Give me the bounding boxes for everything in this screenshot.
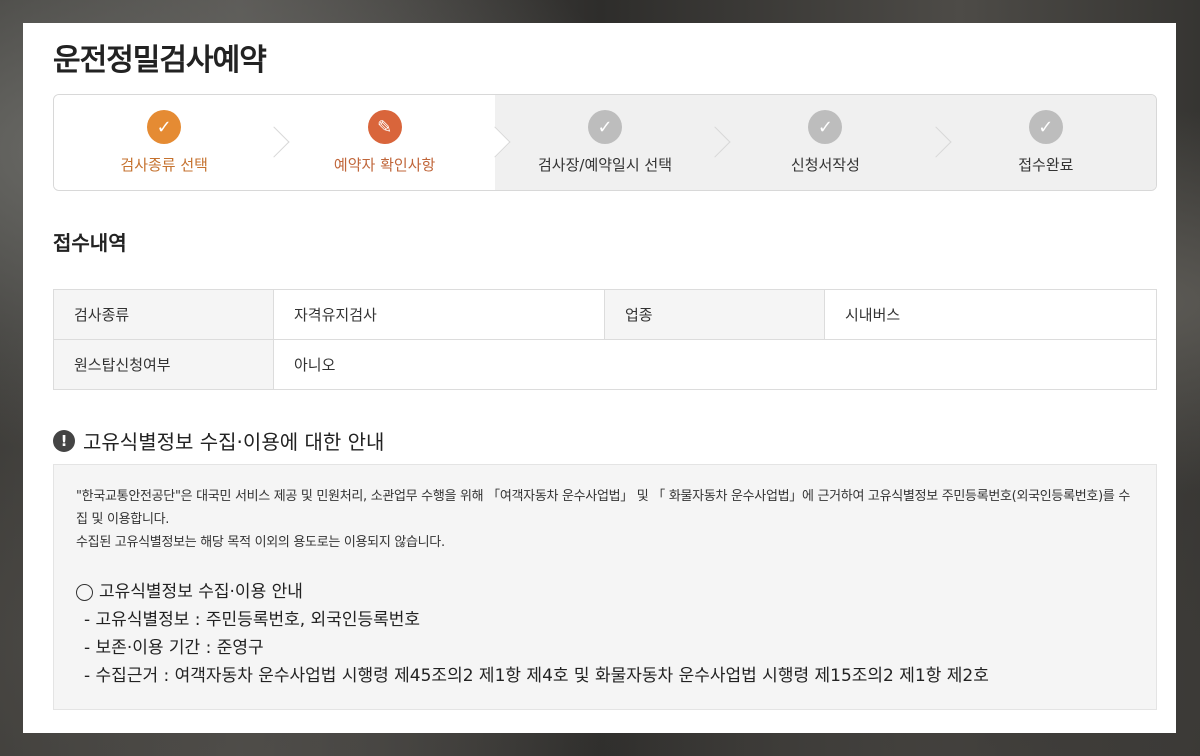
onestop-label: 원스탑신청여부 (53, 339, 274, 390)
guide-section: 고유식별정보 수집·이용 안내 - 고유식별정보 : 주민등록번호, 외국인등록… (76, 579, 1134, 690)
main-panel: 운전정밀검사예약 ✓ 검사종류 선택 ✎ 예약자 확인사항 ✓ 검사장/예약일시… (23, 23, 1176, 733)
onestop-value: 아니오 (273, 339, 1157, 390)
check-icon: ✓ (588, 110, 623, 144)
step-label: 신청서작성 (790, 156, 860, 174)
step-complete: ✓ 접수완료 (935, 95, 1156, 190)
pencil-icon: ✎ (367, 110, 402, 144)
notice-paragraph: 수집된 고유식별정보는 해당 목적 이외의 용도로는 이용되지 않습니다. (76, 535, 445, 550)
page-title: 운전정밀검사예약 (53, 43, 267, 78)
exam-type-label: 검사종류 (53, 289, 274, 340)
progress-steps: ✓ 검사종류 선택 ✎ 예약자 확인사항 ✓ 검사장/예약일시 선택 ✓ 신청서… (53, 94, 1157, 191)
check-icon: ✓ (147, 110, 182, 144)
guide-title-text: 고유식별정보 수집·이용 안내 (99, 582, 303, 602)
notice-paragraph: "한국교통안전공단"은 대국민 서비스 제공 및 민원처리, 소관업무 수행을 … (76, 489, 1130, 527)
business-type-label: 업종 (604, 289, 825, 340)
table-row: 검사종류 자격유지검사 업종 시내버스 (53, 289, 1157, 340)
list-item: - 수집근거 : 여객자동차 운수사업법 시행령 제45조의2 제1항 제4호 … (84, 666, 989, 686)
notice-heading: ! 고유식별정보 수집·이용에 대한 안내 (53, 426, 384, 455)
notice-heading-text: 고유식별정보 수집·이용에 대한 안내 (83, 430, 385, 454)
step-label: 접수완료 (1018, 156, 1074, 174)
receipt-heading: 접수내역 (53, 231, 127, 255)
step-select-type: ✓ 검사종류 선택 (54, 95, 290, 190)
business-type-value: 시내버스 (824, 289, 1157, 340)
step-label: 검사종류 선택 (120, 156, 208, 174)
step-select-center-date: ✓ 검사장/예약일시 선택 (494, 95, 731, 190)
step-write-application: ✓ 신청서작성 (715, 95, 952, 190)
step-label: 예약자 확인사항 (333, 156, 436, 174)
list-item: - 보존·이용 기간 : 준영구 (84, 638, 264, 658)
table-row: 원스탑신청여부 아니오 (53, 339, 1157, 390)
exclamation-icon: ! (53, 429, 75, 452)
notice-box: "한국교통안전공단"은 대국민 서비스 제공 및 민원처리, 소관업무 수행을 … (53, 464, 1157, 710)
exam-type-value: 자격유지검사 (273, 289, 605, 340)
check-icon: ✓ (808, 110, 843, 144)
guide-title: 고유식별정보 수집·이용 안내 (76, 579, 1134, 606)
list-item: - 고유식별정보 : 주민등록번호, 외국인등록번호 (84, 610, 421, 630)
circle-bullet-icon (76, 584, 93, 601)
step-label: 검사장/예약일시 선택 (538, 156, 673, 174)
step-applicant-check: ✎ 예약자 확인사항 (274, 95, 511, 190)
receipt-table: 검사종류 자격유지검사 업종 시내버스 원스탑신청여부 아니오 (53, 289, 1157, 390)
check-icon: ✓ (1028, 110, 1063, 144)
